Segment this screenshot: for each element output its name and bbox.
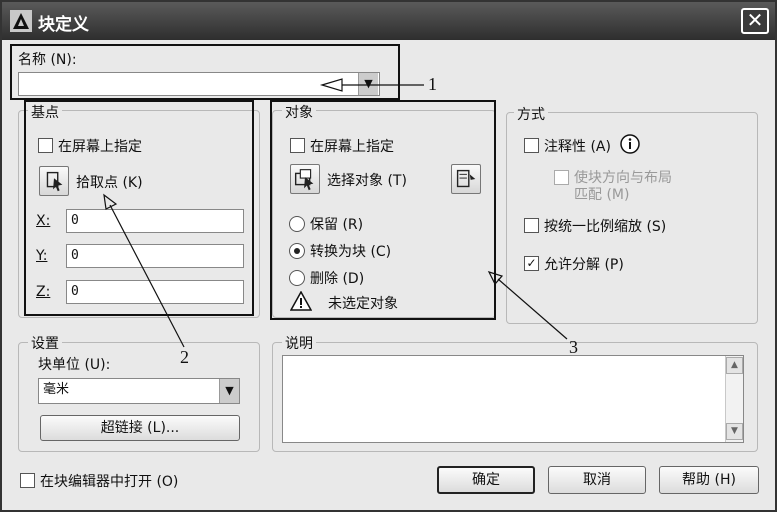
callout-2-number: 2 xyxy=(180,347,189,367)
callout-3-arrowhead xyxy=(487,271,504,286)
callout-1-arrowhead xyxy=(319,78,343,92)
callout-2-line xyxy=(109,204,185,348)
callout-lines xyxy=(103,78,568,348)
callout-3-number: 3 xyxy=(569,337,578,357)
callout-1-number: 1 xyxy=(428,74,437,94)
callout-2-arrowhead xyxy=(103,193,118,210)
callout-3-line xyxy=(497,278,568,340)
block-definition-dialog: 块定义 ✕ 名称 (N): ▼ 基点 在屏幕上指定 拾取点 (K) X: 0 Y… xyxy=(0,0,777,512)
